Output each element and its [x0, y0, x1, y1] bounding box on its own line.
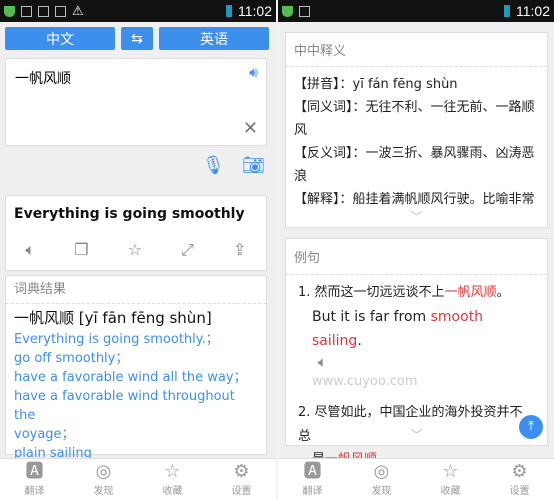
input-box[interactable]: 一帆风顺 🔊︎ ✕: [5, 58, 267, 146]
nav-settings[interactable]: ⚙ 设置: [485, 459, 554, 500]
nav-label: 发现: [93, 486, 114, 497]
text: .: [357, 333, 362, 349]
definition-line: 【同义词】：无往不利、一往无前、一路顺: [294, 100, 535, 115]
nav-label: 翻译: [302, 486, 323, 497]
definition-line: 风: [294, 123, 308, 138]
nav-label: 设置: [509, 486, 530, 497]
card-header: 中中释义: [286, 33, 547, 67]
compass-icon: ◎: [95, 461, 112, 482]
definition-line: 浪: [294, 169, 308, 184]
definition[interactable]: voyage；: [14, 425, 258, 444]
nav-label: 收藏: [162, 486, 183, 497]
download-icon: [55, 5, 66, 17]
image-icon: [21, 5, 32, 17]
nav-favorites[interactable]: ☆ 收藏: [416, 459, 485, 500]
expand-chevron-icon[interactable]: ﹀: [286, 208, 547, 225]
battery-icon: [504, 5, 510, 17]
warning-icon: ⚠: [72, 3, 84, 19]
status-bar: 11:02: [278, 0, 554, 22]
nav-favorites[interactable]: ☆ 收藏: [138, 459, 207, 500]
expand-chevron-icon[interactable]: ﹀: [286, 426, 547, 443]
camera-icon[interactable]: 📷︎: [242, 155, 265, 176]
nav-label: 翻译: [24, 486, 45, 497]
dictionary-header: 词典结果: [6, 276, 266, 304]
bottom-nav: 🅰︎ 翻译 ◎ 发现 ☆ 收藏 ⚙ 设置: [0, 458, 276, 500]
nav-discover[interactable]: ◎ 发现: [347, 459, 416, 500]
definition[interactable]: Everything is going smoothly.；: [14, 330, 258, 349]
left-screen: ⚠ 11:02 中文 ⇆ 英语 一帆风顺 🔊︎ ✕ 🎙︎ 📷︎ Everythi…: [0, 0, 276, 500]
translation-text: Everything is going smoothly: [14, 206, 245, 222]
example-1-zh: 1. 然而这一切远远谈不上一帆风顺。: [298, 281, 535, 305]
image-icon: [299, 5, 310, 17]
examples-card: 例句 1. 然而这一切远远谈不上一帆风顺。 But it is far from…: [285, 238, 548, 467]
compass-icon: ◎: [373, 461, 390, 482]
example-source[interactable]: www.cuyoo.com: [298, 371, 535, 393]
star-icon: ☆: [164, 461, 181, 482]
translation-card: Everything is going smoothly 🔈︎ ❐ ☆ ⤢ ⇪: [5, 195, 267, 271]
microphone-icon[interactable]: 🎙︎: [202, 155, 225, 176]
nav-label: 收藏: [440, 486, 461, 497]
shield-icon: [4, 5, 15, 17]
copy-icon[interactable]: ❐: [74, 240, 88, 260]
highlight: 一帆风顺: [444, 285, 497, 300]
speaker-icon[interactable]: 🔈︎: [26, 240, 36, 260]
nav-translate[interactable]: 🅰︎ 翻译: [278, 459, 347, 500]
gear-icon: ⚙: [511, 461, 528, 482]
definition[interactable]: go off smoothly；: [14, 349, 258, 368]
nav-label: 发现: [371, 486, 392, 497]
chinese-definition-card: 中中释义 【拼音】：yī fán fēng shùn 【同义词】：无往不利、一往…: [285, 32, 548, 228]
share-icon[interactable]: ⇪: [233, 240, 246, 260]
definition-line: 【拼音】：yī fán fēng shùn: [294, 77, 458, 92]
status-bar: ⚠ 11:02: [0, 0, 276, 22]
scroll-top-button[interactable]: ⤒: [519, 415, 543, 439]
text: But it is far from: [312, 309, 431, 325]
example-number: 1.: [298, 285, 311, 300]
star-icon[interactable]: ☆: [128, 240, 142, 260]
translate-icon: 🅰︎: [303, 461, 322, 482]
speaker-icon[interactable]: 🔈︎: [298, 353, 535, 371]
nav-translate[interactable]: 🅰︎ 翻译: [0, 459, 69, 500]
dictionary-card: 词典结果 一帆风顺 [yī fān fēng shùn] Everything …: [5, 275, 267, 461]
bottom-nav: 🅰︎ 翻译 ◎ 发现 ☆ 收藏 ⚙ 设置: [278, 458, 554, 500]
shield-icon: [282, 5, 293, 17]
app-icon: [38, 5, 49, 17]
source-language-button[interactable]: 中文: [5, 27, 115, 50]
clock: 11:02: [516, 3, 550, 19]
example-1-en: But it is far from smooth sailing.: [298, 305, 535, 353]
headword: 一帆风顺 [yī fān fēng shùn]: [14, 309, 212, 327]
definition[interactable]: have a favorable wind throughout the: [14, 387, 258, 425]
gear-icon: ⚙: [233, 461, 250, 482]
example-number: 2.: [298, 405, 311, 420]
right-screen: 11:02 中中释义 【拼音】：yī fán fēng shùn 【同义词】：无…: [278, 0, 554, 500]
clear-icon[interactable]: ✕: [243, 118, 258, 139]
nav-settings[interactable]: ⚙ 设置: [207, 459, 276, 500]
nav-label: 设置: [231, 486, 252, 497]
star-icon: ☆: [442, 461, 459, 482]
swap-language-button[interactable]: ⇆: [121, 27, 153, 50]
nav-discover[interactable]: ◎ 发现: [69, 459, 138, 500]
translate-icon: 🅰︎: [25, 461, 44, 482]
speaker-icon[interactable]: 🔊︎: [249, 65, 258, 81]
card-header: 例句: [286, 239, 547, 275]
text: 然而这一切远远谈不上: [314, 285, 445, 300]
expand-icon[interactable]: ⤢: [181, 240, 194, 260]
definition[interactable]: have a favorable wind all the way；: [14, 368, 258, 387]
input-text[interactable]: 一帆风顺: [15, 68, 71, 88]
target-language-button[interactable]: 英语: [159, 27, 269, 50]
swap-icon: ⇆: [131, 30, 143, 47]
definition-line: 【反义词】：一波三折、暴风骤雨、凶涛恶: [294, 146, 535, 161]
clock: 11:02: [238, 3, 272, 19]
text: 。: [496, 285, 510, 300]
battery-icon: [226, 5, 232, 17]
